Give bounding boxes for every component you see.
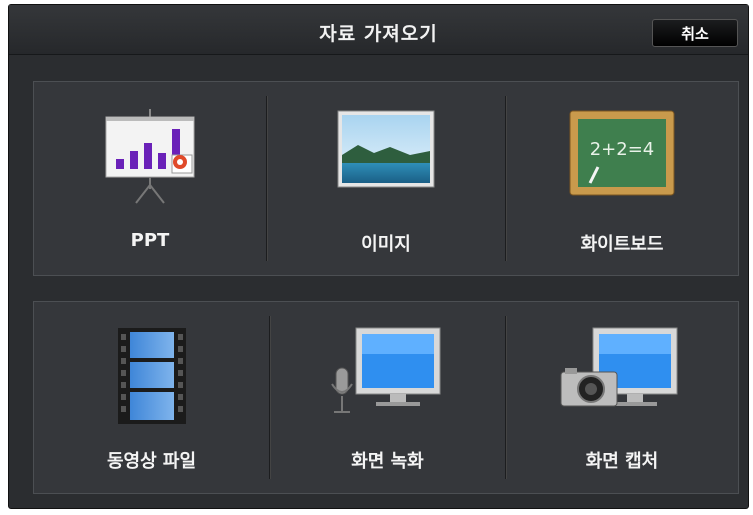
dialog-title: 자료 가져오기 [319, 23, 438, 45]
screen-record-label: 화면 녹화 [351, 451, 424, 472]
import-dialog: 자료 가져오기 취소 PPT 이미지 2+2=4 화이트보드 동영상 파일 화면… [8, 4, 749, 509]
options-panel-bottom: 동영상 파일 화면 녹화 화면 캡처 [33, 301, 739, 494]
cancel-button[interactable]: 취소 [652, 19, 738, 47]
video-file-label: 동영상 파일 [106, 451, 197, 472]
monitor-microphone-icon [330, 327, 440, 413]
screen-record-option[interactable]: 화면 녹화 [270, 302, 505, 493]
title-bar: 자료 가져오기 취소 [9, 5, 748, 55]
options-panel-top: PPT 이미지 2+2=4 화이트보드 [33, 81, 739, 276]
monitor-camera-icon [560, 327, 678, 407]
screen-capture-label: 화면 캡처 [585, 451, 659, 472]
video-file-option[interactable]: 동영상 파일 [34, 302, 269, 493]
screen-capture-option[interactable]: 화면 캡처 [506, 302, 738, 493]
ppt-option[interactable]: PPT [34, 82, 266, 275]
whiteboard-icon: 2+2=4 [569, 110, 675, 196]
whiteboard-label: 화이트보드 [580, 234, 664, 255]
image-option[interactable]: 이미지 [267, 82, 505, 275]
whiteboard-text: 2+2=4 [590, 139, 655, 160]
ppt-label: PPT [130, 230, 170, 251]
film-strip-icon [117, 328, 186, 424]
ppt-chart-icon [105, 109, 195, 204]
image-label: 이미지 [361, 234, 411, 255]
whiteboard-option[interactable]: 2+2=4 화이트보드 [506, 82, 738, 275]
image-icon [337, 110, 435, 188]
